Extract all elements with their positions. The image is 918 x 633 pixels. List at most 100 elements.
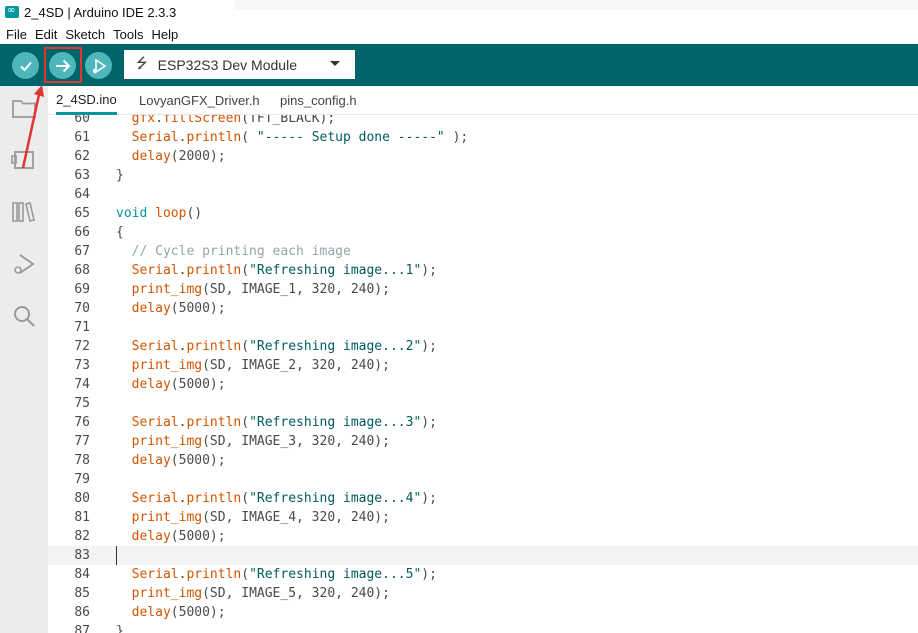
code-text: Serial.println("Refreshing image...3");: [131, 415, 437, 430]
menu-tools[interactable]: Tools: [113, 27, 143, 42]
menu-sketch[interactable]: Sketch: [65, 27, 105, 42]
line-number: 69: [74, 282, 90, 297]
search-icon[interactable]: [10, 302, 38, 330]
menu-file[interactable]: File: [6, 27, 27, 42]
line-number: 63: [74, 168, 90, 183]
code-text: print_img(SD, IMAGE_4, 320, 240);: [131, 510, 390, 525]
code-line[interactable]: 66 {: [48, 223, 918, 242]
line-number: 72: [74, 339, 90, 354]
code-text: }: [116, 168, 124, 183]
debug-icon[interactable]: [10, 250, 38, 278]
code-line[interactable]: 70 delay(5000);: [48, 299, 918, 318]
line-number: 62: [74, 149, 90, 164]
line-number: 77: [74, 434, 90, 449]
code-line[interactable]: 78 delay(5000);: [48, 451, 918, 470]
code-line[interactable]: 77 print_img(SD, IMAGE_3, 320, 240);: [48, 432, 918, 451]
code-line[interactable]: 69 print_img(SD, IMAGE_1, 320, 240);: [48, 280, 918, 299]
board-label: ESP32S3 Dev Module: [157, 56, 297, 73]
line-number: 61: [74, 130, 90, 145]
toolbar: ⭍ ESP32S3 Dev Module: [0, 44, 918, 86]
arduino-logo-icon: [5, 5, 19, 18]
library-icon[interactable]: [10, 198, 38, 226]
board-selector[interactable]: ⭍ ESP32S3 Dev Module: [124, 50, 355, 79]
line-number: 70: [74, 301, 90, 316]
debug-play-icon: [92, 58, 106, 73]
editor-tab-bar: 2_4SD.ino LovyanGFX_Driver.h pins_config…: [48, 86, 918, 115]
line-number: 75: [74, 396, 90, 411]
code-line[interactable]: 71: [48, 318, 918, 337]
upload-highlight-box: [44, 47, 82, 83]
code-line[interactable]: 86 delay(5000);: [48, 603, 918, 622]
tab-pins-config[interactable]: pins_config.h: [280, 86, 357, 115]
code-line[interactable]: 68 Serial.println("Refreshing image...1"…: [48, 261, 918, 280]
code-line[interactable]: 65 void loop(): [48, 204, 918, 223]
code-text: delay(5000);: [131, 453, 226, 468]
code-text: Serial.println("Refreshing image...1");: [131, 263, 437, 278]
code-text: gfx.fillScreen(TFT_BLACK);: [131, 115, 336, 126]
line-number: 67: [74, 244, 90, 259]
line-number: 64: [74, 187, 90, 202]
menu-help[interactable]: Help: [151, 27, 178, 42]
line-number: 81: [74, 510, 90, 525]
line-number: 86: [74, 605, 90, 620]
tab-lovyangfx-driver[interactable]: LovyanGFX_Driver.h: [139, 86, 260, 115]
code-line[interactable]: 80 Serial.println("Refreshing image...4"…: [48, 489, 918, 508]
line-number: 74: [74, 377, 90, 392]
code-editor[interactable]: 60 gfx.fillScreen(TFT_BLACK); 61 Serial.p…: [48, 115, 918, 633]
title-bar-filler: [234, 0, 918, 10]
code-text: {: [116, 225, 124, 240]
debug-button[interactable]: [85, 52, 112, 79]
code-text: delay(2000);: [131, 149, 226, 164]
line-number: 66: [74, 225, 90, 240]
code-line[interactable]: 61 Serial.println( "----- Setup done ---…: [48, 128, 918, 147]
code-line[interactable]: 74 delay(5000);: [48, 375, 918, 394]
code-text: print_img(SD, IMAGE_3, 320, 240);: [131, 434, 390, 449]
code-line[interactable]: 62 delay(2000);: [48, 147, 918, 166]
title-bar: 2_4SD | Arduino IDE 2.3.3: [0, 0, 918, 24]
menu-bar: File Edit Sketch Tools Help: [0, 24, 918, 44]
code-line[interactable]: 85 print_img(SD, IMAGE_5, 320, 240);: [48, 584, 918, 603]
code-line[interactable]: 73 print_img(SD, IMAGE_2, 320, 240);: [48, 356, 918, 375]
line-number: 71: [74, 320, 90, 335]
code-line[interactable]: 83: [48, 546, 918, 565]
chevron-down-icon: [330, 61, 340, 66]
menu-edit[interactable]: Edit: [35, 27, 57, 42]
line-number: 78: [74, 453, 90, 468]
code-text: Serial.println("Refreshing image...5");: [131, 567, 437, 582]
annotation-arrow: [21, 85, 44, 169]
line-number: 83: [74, 548, 90, 563]
line-number: 80: [74, 491, 90, 506]
code-line[interactable]: 79: [48, 470, 918, 489]
line-number: 65: [74, 206, 90, 221]
code-line[interactable]: 87}: [48, 622, 918, 633]
code-text: Serial.println("Refreshing image...4");: [131, 491, 437, 506]
code-text: print_img(SD, IMAGE_5, 320, 240);: [131, 586, 390, 601]
usb-icon: ⭍: [136, 55, 148, 72]
code-line[interactable]: 75: [48, 394, 918, 413]
code-line[interactable]: 60 gfx.fillScreen(TFT_BLACK);: [48, 115, 918, 128]
code-text: Serial.println( "----- Setup done -----"…: [131, 130, 469, 145]
code-line[interactable]: 81 print_img(SD, IMAGE_4, 320, 240);: [48, 508, 918, 527]
code-text: // Cycle printing each image: [116, 244, 351, 259]
line-number: 76: [74, 415, 90, 430]
code-lines: 60 gfx.fillScreen(TFT_BLACK); 61 Serial.p…: [48, 115, 918, 633]
code-line[interactable]: 67 // Cycle printing each image: [48, 242, 918, 261]
tab-2-4sd-ino[interactable]: 2_4SD.ino: [56, 86, 117, 115]
code-line[interactable]: 63}: [48, 166, 918, 185]
line-number: 79: [74, 472, 90, 487]
line-number: 73: [74, 358, 90, 373]
code-text: print_img(SD, IMAGE_1, 320, 240);: [131, 282, 390, 297]
code-line[interactable]: 64: [48, 185, 918, 204]
check-icon: [19, 61, 32, 71]
code-line[interactable]: 84 Serial.println("Refreshing image...5"…: [48, 565, 918, 584]
text-cursor: [116, 546, 117, 565]
verify-button[interactable]: [12, 52, 39, 79]
window-title: 2_4SD | Arduino IDE 2.3.3: [24, 4, 177, 20]
code-line[interactable]: 82 delay(5000);: [48, 527, 918, 546]
code-text: print_img(SD, IMAGE_2, 320, 240);: [131, 358, 390, 373]
line-number: 82: [74, 529, 90, 544]
code-line[interactable]: 76 Serial.println("Refreshing image...3"…: [48, 413, 918, 432]
code-text: delay(5000);: [131, 301, 226, 316]
code-text: }: [116, 624, 124, 633]
code-line[interactable]: 72 Serial.println("Refreshing image...2"…: [48, 337, 918, 356]
